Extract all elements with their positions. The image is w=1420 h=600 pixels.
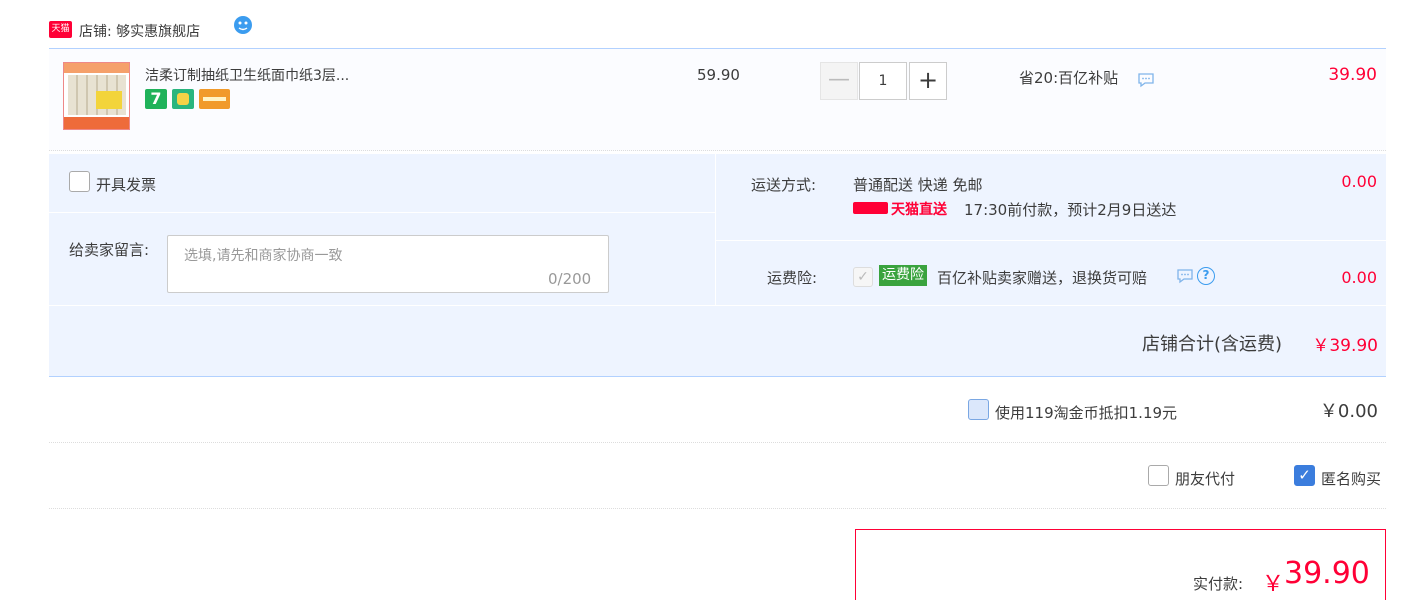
tmall-logo: 天猫	[49, 21, 72, 38]
message-placeholder: 选填,请先和商家协商一致	[184, 248, 343, 264]
shipping-panel	[716, 154, 1386, 240]
payment-currency: ￥	[1262, 572, 1285, 597]
anonymous-checkbox[interactable]: ✓	[1294, 465, 1315, 486]
insurance-fee: 0.00	[1341, 268, 1377, 287]
card-icon	[199, 89, 230, 109]
quantity-input[interactable]: 1	[859, 62, 907, 100]
comment-icon[interactable]	[1137, 72, 1155, 88]
seven-day-return-icon: 7	[145, 89, 167, 109]
shop-name[interactable]: 店铺: 够实惠旗舰店	[79, 21, 200, 41]
product-thumbnail[interactable]	[63, 62, 130, 130]
comment-icon[interactable]	[1176, 268, 1194, 284]
divider	[49, 508, 1386, 509]
insurance-label: 运费险:	[767, 269, 818, 287]
help-icon[interactable]: ?	[1197, 267, 1215, 285]
wangwang-chat-icon[interactable]	[232, 15, 254, 35]
insurance-checkbox: ✓	[853, 267, 873, 287]
invoice-label[interactable]: 开具发票	[96, 174, 156, 195]
anonymous-label[interactable]: 匿名购买	[1321, 468, 1381, 489]
tmall-cat-icon	[853, 202, 888, 214]
shipping-fee: 0.00	[1341, 172, 1377, 191]
discount-info: 省20:百亿补贴	[1019, 69, 1119, 87]
tmall-direct-label: 天猫直送	[891, 202, 947, 218]
friend-pay-label[interactable]: 朋友代付	[1175, 468, 1235, 489]
shipping-method: 普通配送 快递 免邮	[853, 176, 983, 194]
insurance-badge: 运费险	[879, 265, 927, 286]
friend-pay-checkbox[interactable]	[1148, 465, 1169, 486]
coin-amount: ￥0.00	[1319, 401, 1378, 422]
robot-service-icon	[172, 89, 194, 109]
shipping-label: 运送方式:	[751, 176, 817, 194]
product-row	[49, 48, 1386, 151]
coin-label[interactable]: 使用119淘金币抵扣1.19元	[995, 402, 1177, 423]
unit-price: 59.90	[697, 66, 740, 84]
divider	[49, 442, 1386, 443]
store-total-label: 店铺合计(含运费)	[1142, 334, 1283, 355]
invoice-checkbox[interactable]	[69, 171, 90, 192]
payment-amount: 39.90	[1284, 556, 1370, 591]
store-total-value: ￥39.90	[1312, 336, 1378, 356]
message-char-count: 0/200	[548, 270, 592, 288]
message-label: 给卖家留言:	[69, 241, 150, 259]
product-title[interactable]: 洁柔订制抽纸卫生纸面巾纸3层...	[145, 65, 349, 85]
item-price: 39.90	[1328, 65, 1377, 85]
coin-checkbox[interactable]	[968, 399, 989, 420]
delivery-estimate: 17:30前付款，预计2月9日送达	[964, 201, 1177, 219]
quantity-increase-button[interactable]: +	[909, 62, 947, 100]
payment-label: 实付款:	[1193, 575, 1244, 593]
quantity-decrease-button[interactable]: —	[820, 62, 858, 100]
insurance-description: 百亿补贴卖家赠送，退换货可赔	[937, 269, 1148, 287]
